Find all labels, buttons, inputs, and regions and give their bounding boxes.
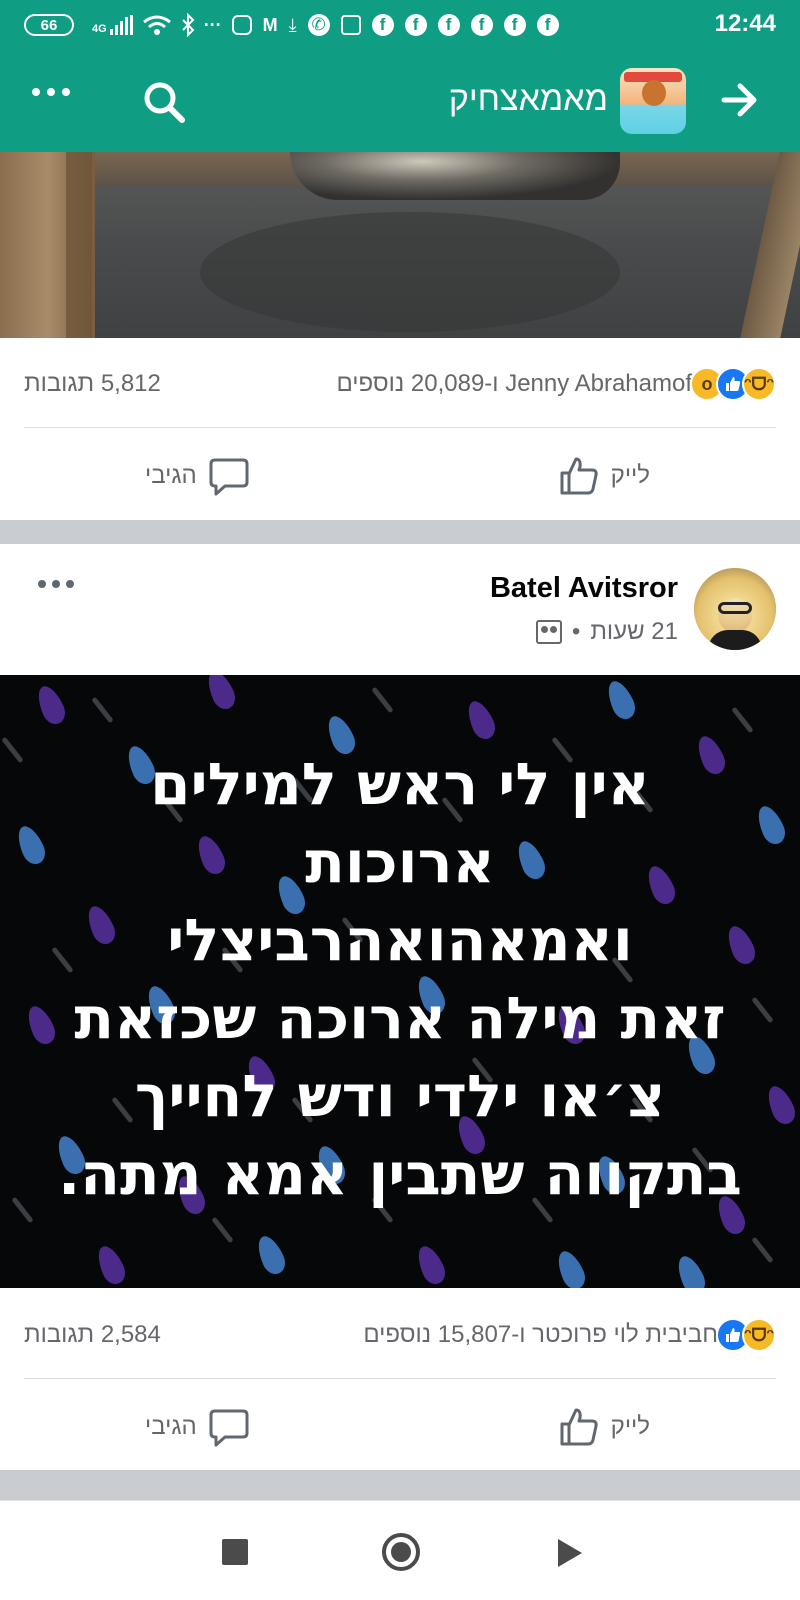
post-time[interactable]: 21 שעות [590,618,678,646]
raindrop-shape [92,1242,130,1288]
haha-reaction-icon: ᵔᗜᵔ [742,367,776,401]
status-bar: 66 4G ··· M ⤓ ✆ f f f f f f 12:44 [0,0,800,50]
post1-comment-label: הגיבי [145,462,197,489]
search-icon[interactable] [140,78,188,126]
facebook-icon: f [437,14,460,36]
post2-comment-label: הגיבי [145,1413,197,1440]
raindrop-shape [762,1082,800,1128]
battery-icon: 66 [24,14,74,36]
app-bar: מאמאצחיק [0,50,800,152]
post2-actions: לייק הגיבי [0,1383,800,1471]
facebook-icon: f [371,14,394,36]
raindrop-shape [462,697,500,743]
image-text-line: בתקווה שתבין אמא מתה. [58,1140,742,1208]
rain-streak-shape [731,706,754,734]
rain-streak-shape [91,696,114,724]
raindrop-shape [252,1232,290,1278]
wifi-icon [142,15,171,35]
facebook-icon: f [503,14,526,36]
raindrop-shape [412,1242,450,1288]
comment-bubble-icon [209,458,249,496]
rain-streak-shape [11,1196,34,1224]
raindrop-shape [602,677,640,723]
post2-like-button[interactable]: לייק [557,1405,650,1449]
home-button[interactable] [382,1533,420,1571]
raindrop-shape [202,675,240,713]
feed-separator [0,1470,800,1500]
post1-image[interactable] [0,152,800,338]
notification-icons: M ⤓ ✆ f f f f f f [231,14,559,36]
image-text-line: ואמאהואהרביצלי [167,906,633,974]
post1-reactions-row: 5,812 תגובות Jenny Abrahamof ו-20,089 נו… [24,354,776,414]
post2-reactions-text: חביבית לוי פרוכטר ו-15,807 נוספים [363,1321,718,1348]
post2-like-label: לייק [610,1413,650,1440]
signal-icon: 4G [92,15,133,35]
page-title[interactable]: מאמאצחיק [449,80,608,119]
author-name[interactable]: Batel Avitsror [490,572,678,605]
image-text-line: אין לי ראש למילים [150,750,650,818]
post2-reactions-row: 2,584 תגובות חביבית לוי פרוכטר ו-15,807 … [24,1305,776,1365]
post1-like-button[interactable]: לייק [557,454,650,498]
post1-comment-button[interactable]: הגיבי [145,454,251,498]
facebook-icon: f [536,14,559,36]
more-dots-icon: ··· [203,14,222,35]
system-nav-bar [0,1500,800,1600]
post1-reactions-text: Jenny Abrahamof ו-20,089 נוספים [336,370,692,397]
battery-level: 66 [40,16,58,34]
bluetooth-icon [181,13,195,37]
thumbs-up-icon [560,457,598,495]
author-avatar[interactable] [694,568,776,650]
post2-reaction-icons: ᵔᗜᵔ [716,1318,776,1352]
meta-separator: • [571,618,581,645]
rain-streak-shape [1,736,24,764]
post2-comments-count[interactable]: 2,584 תגובות [24,1321,161,1349]
post1-reaction-summary[interactable]: Jenny Abrahamof ו-20,089 נוספים ᵔᗜᵔ o [336,367,776,401]
post-more-options-icon[interactable] [38,580,74,588]
haha-reaction-icon: ᵔᗜᵔ [742,1318,776,1352]
page-avatar[interactable] [620,68,686,134]
post-meta: 21 שעות • [535,618,678,646]
clock: 12:44 [714,10,776,37]
whatsapp-icon: ✆ [307,14,330,36]
post1-actions: לייק הגיבי [0,432,800,520]
post1-reaction-icons: ᵔᗜᵔ o [690,367,776,401]
rain-streak-shape [751,1236,774,1264]
instagram-icon [231,15,252,35]
raindrop-shape [32,682,70,728]
back-button[interactable] [558,1539,582,1567]
rain-streak-shape [211,1216,234,1244]
recent-apps-button[interactable] [222,1539,248,1565]
post1-comments-count[interactable]: 5,812 תגובות [24,370,161,398]
feed-separator [0,520,800,544]
comment-bubble-icon [209,1409,249,1447]
post2-image-text: אין לי ראש למילים ארוכות ואמאהואהרביצלי … [40,745,760,1213]
image-text-line: צ׳או ילדי ודש לחייך [134,1062,666,1130]
gmail-icon: M [262,14,278,35]
rain-streak-shape [371,686,394,714]
more-options-icon[interactable] [32,88,70,96]
post2-divider [24,1378,776,1379]
image-text-line: ארוכות [305,828,495,896]
thumbs-up-icon [560,1408,598,1446]
group-audience-icon [535,620,562,644]
post1-like-label: לייק [610,462,650,489]
image-text-line: זאת מילה ארוכה שכזאת [74,984,726,1052]
back-arrow-icon[interactable] [718,78,762,122]
facebook-icon: f [470,14,493,36]
status-icons: 4G ··· [92,13,222,37]
post2-comment-button[interactable]: הגיבי [145,1405,251,1449]
post2-reaction-summary[interactable]: חביבית לוי פרוכטר ו-15,807 נוספים ᵔᗜᵔ [363,1318,776,1352]
network-type: 4G [92,23,107,35]
facebook-icon: f [404,14,427,36]
calendar-icon [340,15,361,35]
post2-image[interactable]: אין לי ראש למילים ארוכות ואמאהואהרביצלי … [0,675,800,1288]
post1-divider [24,427,776,428]
raindrop-shape [552,1247,590,1288]
raindrop-shape [672,1252,710,1288]
download-icon: ⤓ [288,14,297,35]
